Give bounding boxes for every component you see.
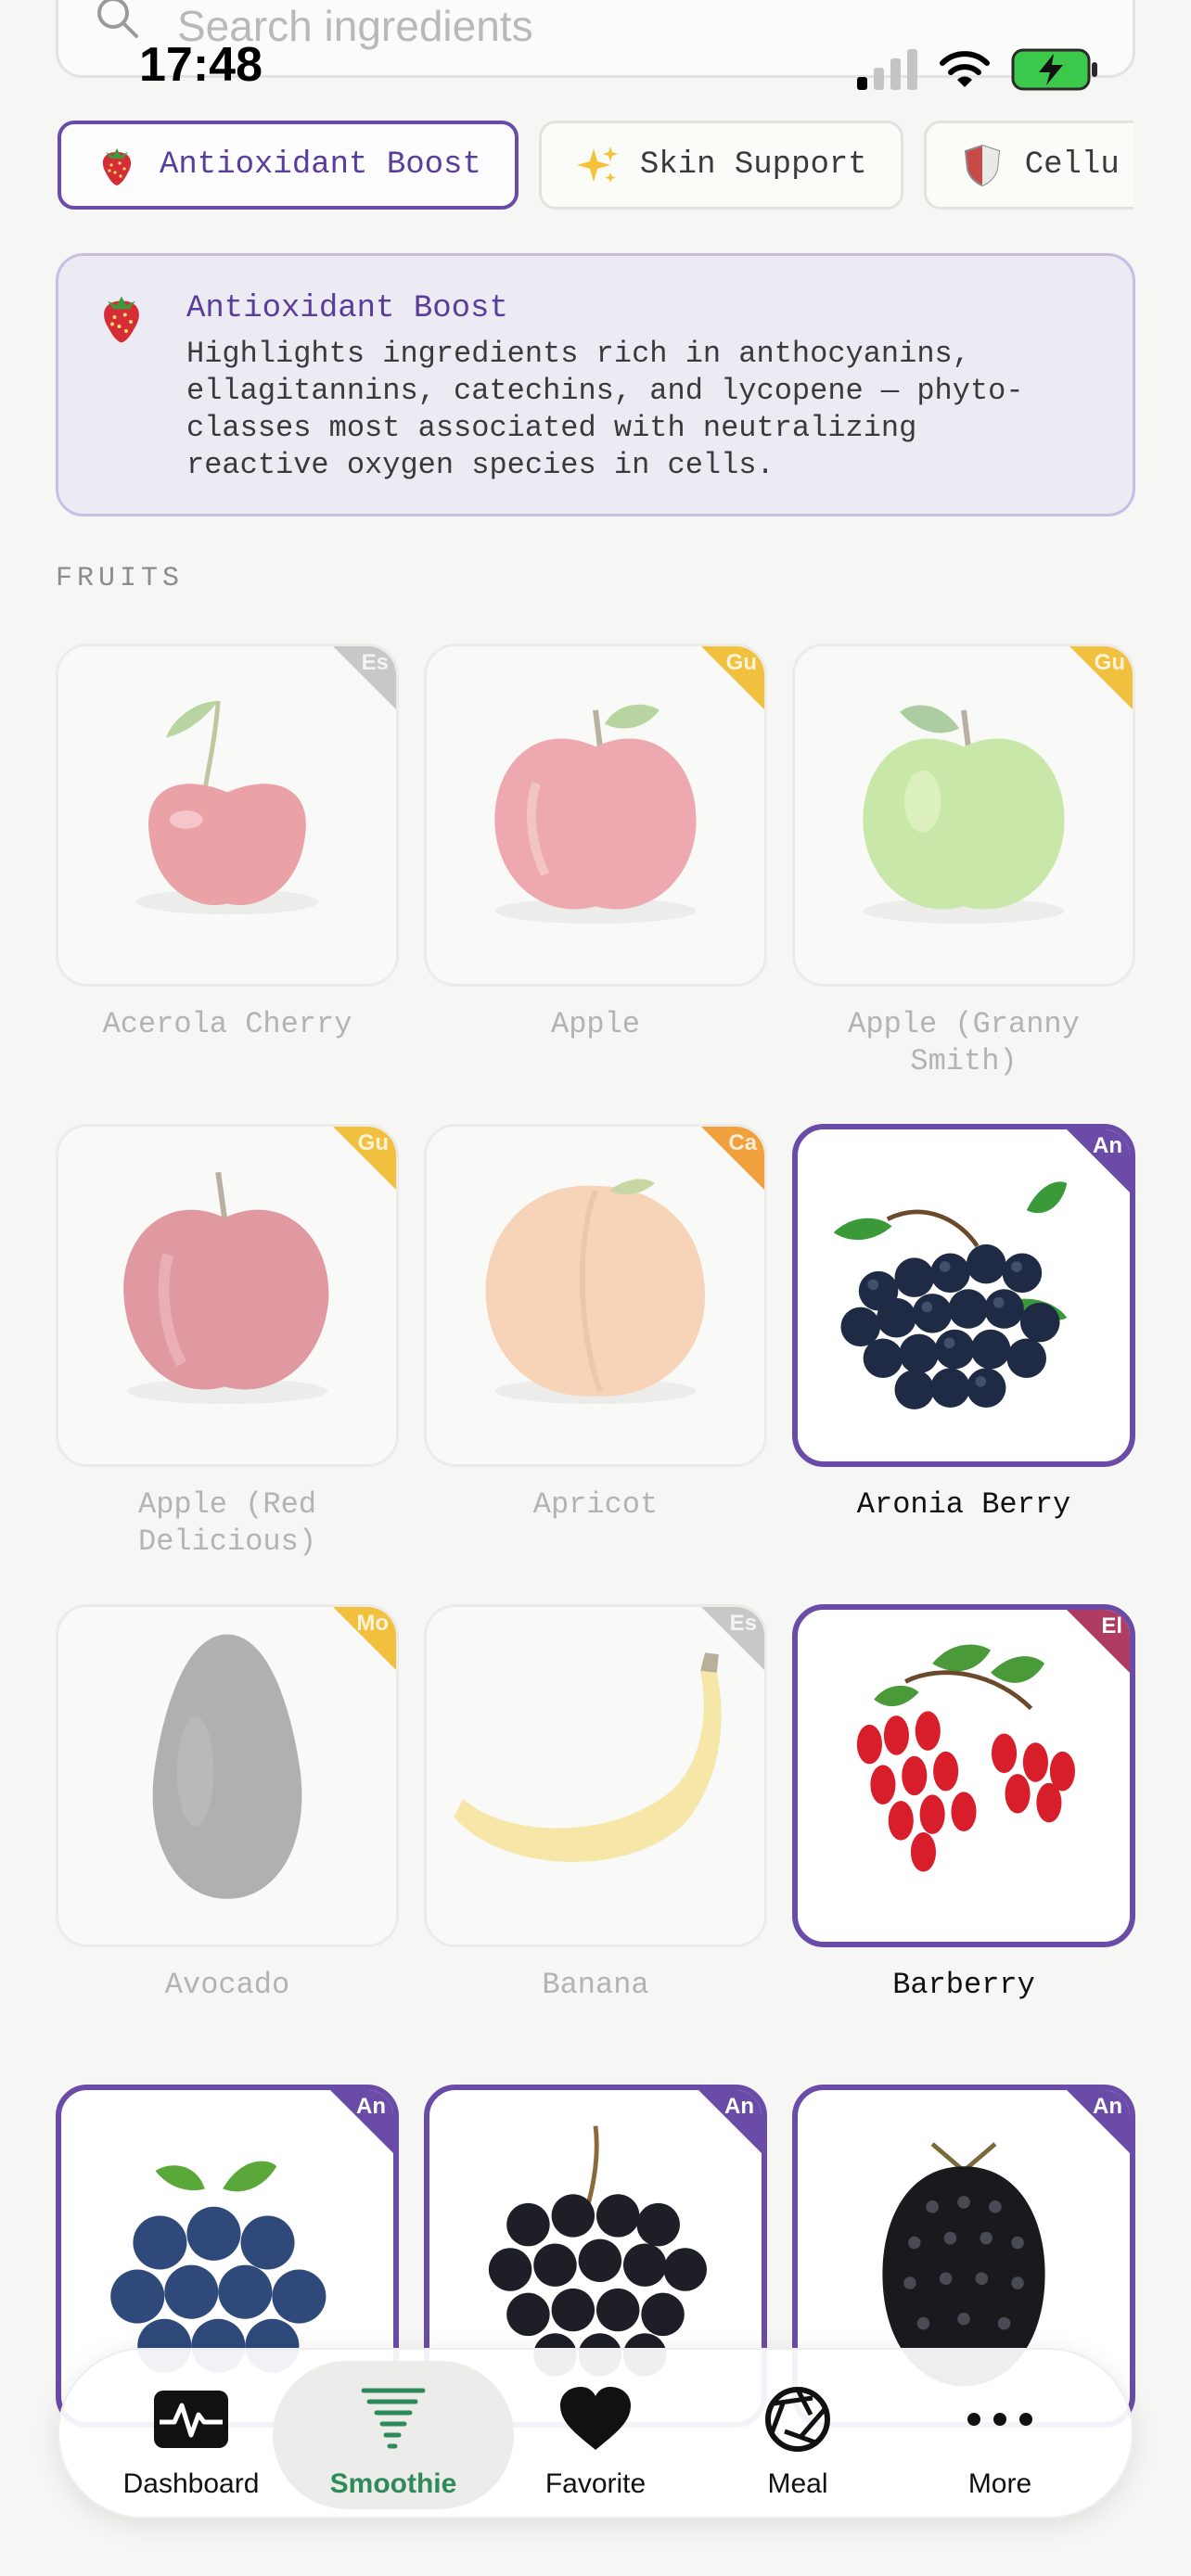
status-icons bbox=[857, 46, 1098, 93]
tab-label: Meal bbox=[767, 2468, 828, 2499]
chip-label: Antioxidant Boost bbox=[160, 147, 481, 183]
nutrient-badge: Ca bbox=[699, 1127, 764, 1192]
nutrient-badge: Gu bbox=[699, 646, 764, 711]
fruit-tile-banana[interactable]: Es bbox=[424, 1604, 767, 1947]
signal-icon bbox=[857, 49, 917, 90]
bottom-tab-bar: Dashboard Smoothie Favorite Meal More bbox=[58, 2348, 1133, 2519]
tab-label: Favorite bbox=[544, 2468, 647, 2499]
fruit-tile-apple-red-delicious[interactable]: Gu bbox=[56, 1124, 399, 1467]
shield-icon bbox=[964, 144, 1000, 187]
strawberry-icon bbox=[104, 296, 139, 343]
search-icon bbox=[97, 0, 138, 38]
chip-skin-support[interactable]: Skin Support bbox=[538, 121, 903, 210]
fruit-label: Apricot bbox=[532, 1487, 659, 1522]
tab-favorite[interactable]: Favorite bbox=[493, 2350, 698, 2520]
fruit-tile-aronia-berry[interactable]: An bbox=[792, 1124, 1135, 1467]
tab-more[interactable]: More bbox=[898, 2350, 1102, 2520]
chip-cellular[interactable]: Cellu bbox=[923, 121, 1133, 210]
status-time: 17:48 bbox=[139, 38, 263, 92]
aperture-icon bbox=[765, 2387, 830, 2452]
fruit-label: Barberry bbox=[892, 1968, 1035, 2002]
wifi-icon bbox=[940, 51, 990, 87]
nutrient-badge: An bbox=[1065, 2090, 1130, 2155]
fruit-label: Apple (Red Delicious) bbox=[137, 1487, 317, 1559]
chip-label: Skin Support bbox=[639, 147, 867, 183]
fruit-label: Acerola Cherry bbox=[102, 1007, 352, 1041]
battery-charging-icon bbox=[1011, 48, 1097, 91]
fruit-tile-apple[interactable]: Gu bbox=[424, 644, 767, 987]
tornado-icon bbox=[361, 2388, 426, 2449]
fruit-label: Banana bbox=[542, 1968, 649, 2002]
fruit-tile-acerola-cherry[interactable]: Es bbox=[56, 644, 399, 987]
tab-dashboard[interactable]: Dashboard bbox=[89, 2350, 293, 2520]
nutrient-badge: An bbox=[697, 2090, 762, 2155]
nutrient-badge: Es bbox=[331, 646, 396, 711]
nutrient-badge: Gu bbox=[331, 1127, 396, 1192]
chip-label: Cellu bbox=[1024, 147, 1120, 183]
tab-label: More bbox=[967, 2468, 1032, 2499]
fruit-tile-apple-granny-smith[interactable]: Gu bbox=[792, 644, 1135, 987]
pulse-icon bbox=[154, 2391, 228, 2448]
tab-label: Dashboard bbox=[122, 2468, 260, 2499]
fruit-tile-barberry[interactable]: El bbox=[792, 1604, 1135, 1947]
nutrient-badge: Es bbox=[699, 1607, 764, 1672]
strawberry-icon bbox=[102, 148, 132, 185]
fruit-label: Aronia Berry bbox=[856, 1487, 1071, 1522]
filter-info-card: Antioxidant Boost Highlights ingredients… bbox=[56, 253, 1135, 516]
fruit-tile-avocado[interactable]: Mo bbox=[56, 1604, 399, 1947]
nutrient-badge: An bbox=[1065, 1129, 1130, 1194]
filter-chip-row: Antioxidant Boost Skin Support Cellu bbox=[58, 121, 1133, 213]
nutrient-badge: An bbox=[328, 2090, 393, 2155]
tab-label: Smoothie bbox=[329, 2468, 457, 2499]
more-dots-icon bbox=[967, 2413, 1032, 2426]
heart-icon bbox=[560, 2387, 631, 2450]
fruit-label: Avocado bbox=[164, 1968, 290, 2002]
tab-smoothie[interactable]: Smoothie bbox=[291, 2350, 495, 2520]
fruit-label: Apple bbox=[550, 1007, 640, 1041]
nutrient-badge: El bbox=[1065, 1610, 1130, 1675]
sparkles-icon bbox=[576, 147, 618, 183]
info-title: Antioxidant Boost bbox=[186, 291, 508, 326]
fruit-label: Apple (Granny Smith) bbox=[848, 1007, 1080, 1078]
tab-meal[interactable]: Meal bbox=[696, 2350, 900, 2520]
nutrient-badge: Gu bbox=[1068, 646, 1133, 711]
section-title: FRUITS bbox=[56, 563, 185, 594]
nutrient-badge: Mo bbox=[331, 1607, 396, 1672]
chip-antioxidant-boost[interactable]: Antioxidant Boost bbox=[58, 121, 519, 210]
fruit-tile-apricot[interactable]: Ca bbox=[424, 1124, 767, 1467]
info-description: Highlights ingredients rich in anthocyan… bbox=[186, 337, 1024, 482]
